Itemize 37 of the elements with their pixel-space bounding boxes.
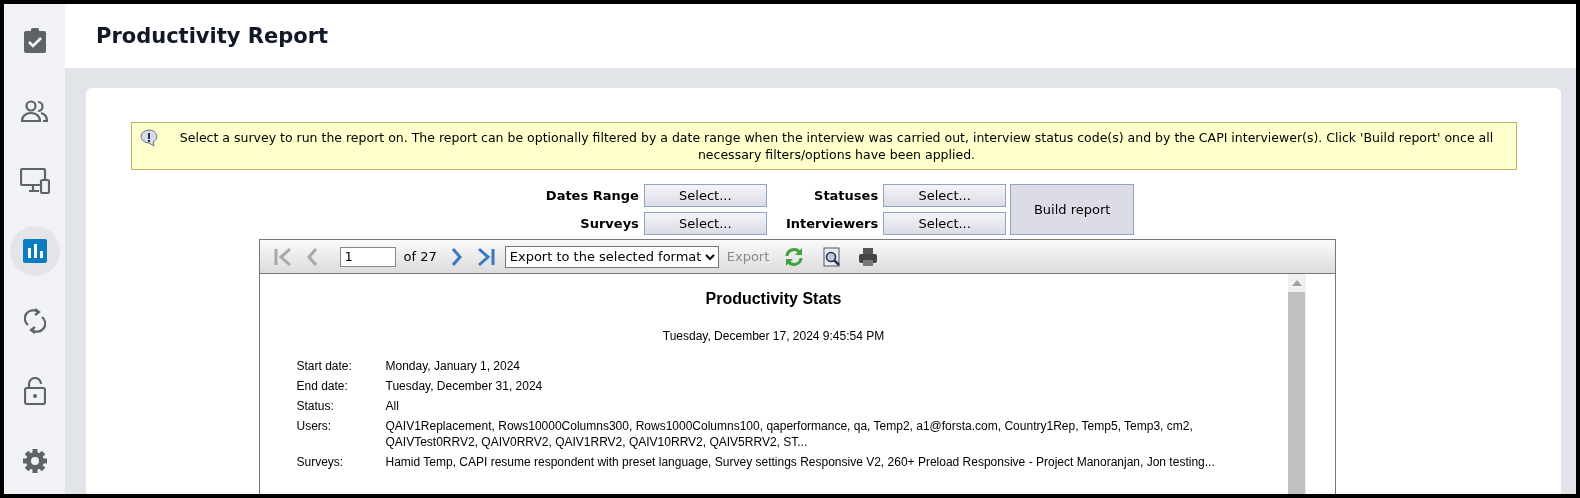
report-timestamp: Tuesday, December 17, 2024 9:45:54 PM: [661, 329, 886, 343]
page-count: of 27: [403, 249, 437, 264]
select-button[interactable]: Select...: [883, 184, 1007, 208]
field-value: All: [385, 398, 400, 414]
field-value: Tuesday, December 31, 2024: [385, 378, 544, 394]
page-title: Productivity Report: [96, 24, 329, 48]
info-speech-bubble-icon: [139, 129, 160, 147]
people-icon: [20, 100, 49, 122]
bar-chart-icon: [22, 239, 47, 263]
filter-label: Interviewers: [784, 215, 879, 231]
filter-label: Statuses: [813, 188, 879, 204]
export-format-dropdown[interactable]: Export to the selected format: [504, 245, 719, 268]
info-message: Select a survey to run the report on. The report can be optionally filtered by a date range when the interview was carried out, interview status code(s) and by the CAPI interviewer(s). Click 'Build report' once all necessary filters/options have been applied.: [178, 129, 1495, 163]
devices-icon: [19, 168, 50, 194]
field-label: Start date:: [296, 358, 353, 374]
build-report-button[interactable]: Build report: [1010, 184, 1135, 235]
select-button[interactable]: Select...: [883, 211, 1007, 235]
field-value: Monday, January 1, 2024: [385, 358, 522, 374]
select-button[interactable]: Select...: [643, 184, 767, 208]
field-value: Hamid Temp, CAPI resume respondent with preset language, Survey settings Responsive V2, 260+ Preload Responsive - Project Manoranjan, Jon testing...: [385, 454, 1216, 470]
filter-label: Surveys: [579, 215, 639, 231]
report-title: Productivity Stats: [704, 290, 843, 308]
sidebar-item[interactable]: [9, 226, 60, 276]
scrollbar-thumb[interactable]: [1288, 292, 1305, 494]
print-icon[interactable]: [857, 245, 880, 268]
unlocked-padlock-icon: [23, 377, 46, 405]
page-number-field[interactable]: 1: [339, 246, 396, 267]
field-label: Users:: [296, 418, 333, 435]
field-label: Surveys:: [296, 454, 345, 470]
field-value: QAIV1Replacement, Rows10000Columns300, Rows1000Columns100, qaperformance, qa, Temp2, a1@forsta.com, Country1Rep, Temp5, Temp3, cm2, QAIVTest0RRV2, QAIV0RRV2, QAIV1RRV2, QAIV10RRV2, QAIV5RRV2, ST...: [385, 418, 1194, 450]
field-label: End date:: [296, 378, 349, 394]
settings-icon: [21, 448, 48, 474]
clipboard-check-icon: [22, 28, 47, 54]
sync-icon: [23, 307, 46, 335]
field-label: Status:: [296, 398, 335, 414]
filter-label: Dates Range: [544, 188, 639, 204]
select-button[interactable]: Select...: [643, 211, 767, 235]
